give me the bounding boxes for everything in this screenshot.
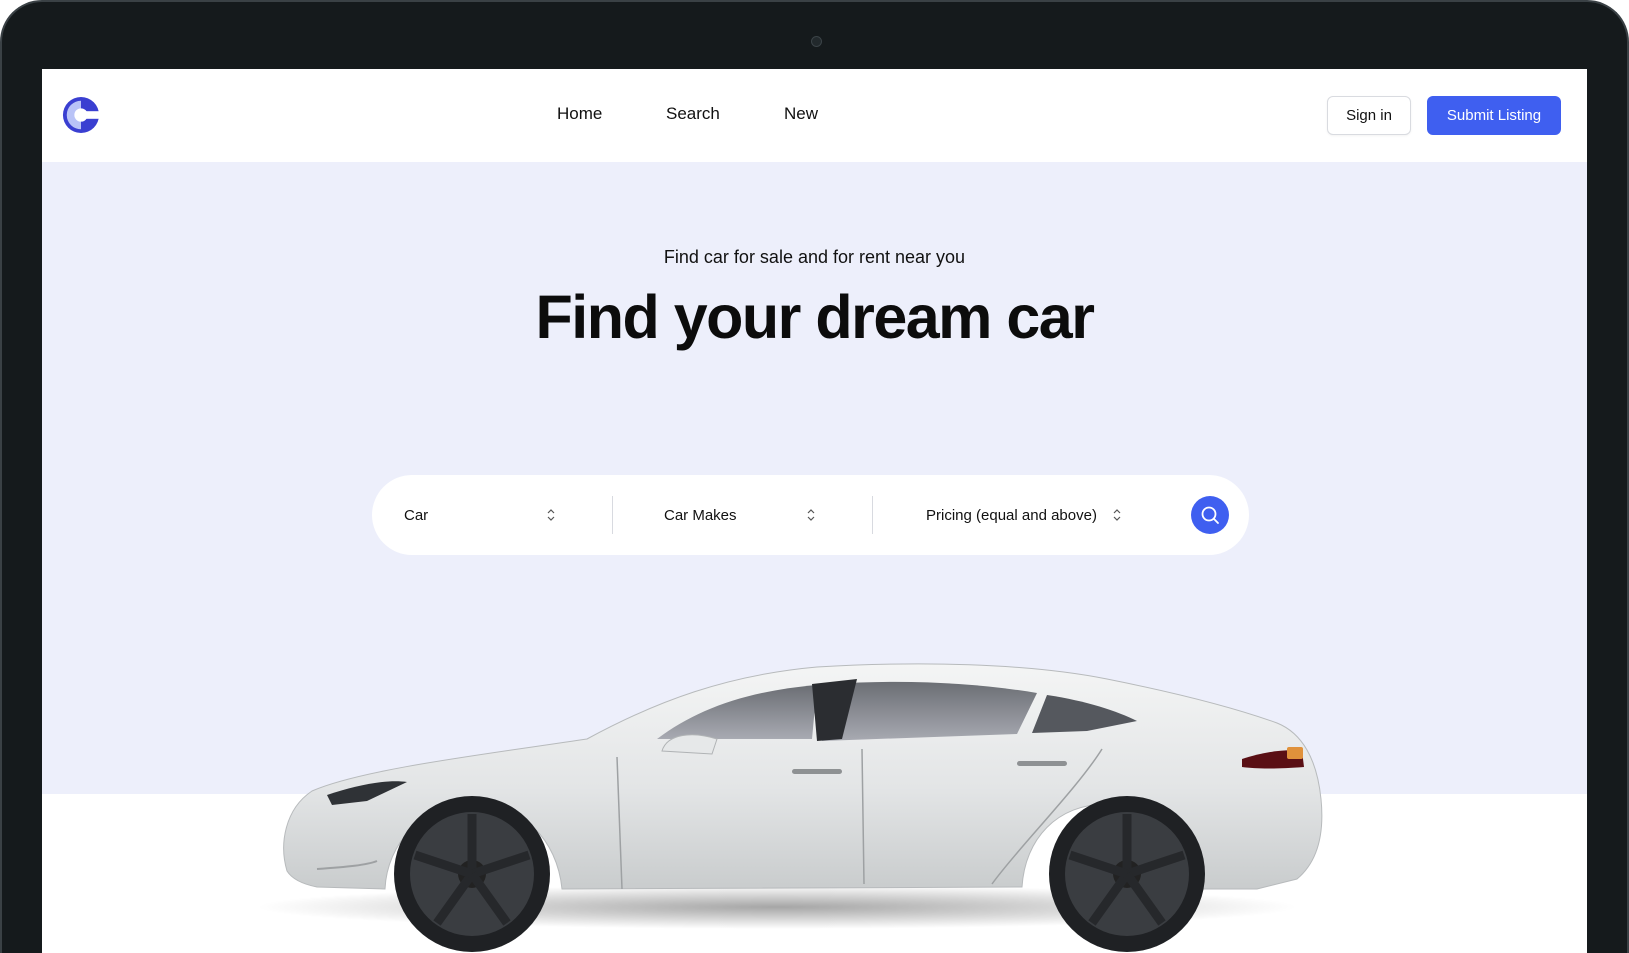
car-makes-select[interactable]: Car Makes — [664, 475, 844, 555]
pricing-select[interactable]: Pricing (equal and above) — [926, 475, 1126, 555]
sign-in-button[interactable]: Sign in — [1327, 96, 1411, 135]
camera-dot — [811, 36, 822, 47]
hero-subtitle: Find car for sale and for rent near you — [663, 247, 966, 267]
search-bar: Car Car Makes Pricing (equal and above) — [372, 475, 1249, 555]
search-icon — [1201, 506, 1219, 524]
updown-chevron-icon — [547, 509, 555, 521]
nav-link-home[interactable]: Home — [557, 104, 602, 124]
search-divider — [872, 496, 873, 534]
top-navbar: Home Search New Sign in Submit Listing — [42, 69, 1587, 162]
car-makes-value: Car Makes — [664, 506, 737, 524]
car-type-select[interactable]: Car — [404, 475, 584, 555]
updown-chevron-icon — [807, 509, 815, 521]
search-button[interactable] — [1191, 496, 1229, 534]
nav-link-new[interactable]: New — [784, 104, 818, 124]
nav-link-search[interactable]: Search — [666, 104, 720, 124]
car-image — [257, 663, 1323, 952]
submit-listing-button[interactable]: Submit Listing — [1427, 96, 1561, 135]
car-type-value: Car — [404, 506, 429, 524]
hero-title: Find your dream car — [535, 283, 1095, 351]
updown-chevron-icon — [1113, 509, 1121, 521]
search-divider — [612, 496, 613, 534]
pricing-value: Pricing (equal and above) — [926, 506, 1097, 524]
brand-logo-icon[interactable] — [62, 96, 100, 134]
browser-screen: Home Search New Sign in Submit Listing F… — [42, 69, 1587, 953]
